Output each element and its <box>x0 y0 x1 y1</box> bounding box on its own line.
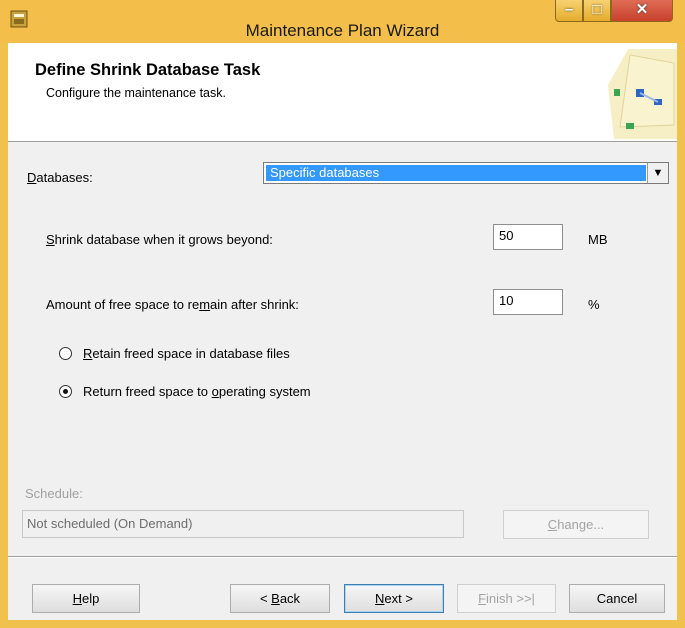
maximize-icon: □ <box>592 1 602 18</box>
free-space-label: Amount of free space to remain after shr… <box>46 297 299 312</box>
return-space-radio[interactable] <box>59 385 72 398</box>
page-title: Define Shrink Database Task <box>35 61 261 79</box>
close-icon: ✕ <box>635 1 649 18</box>
minimize-button[interactable]: – <box>555 0 583 22</box>
schedule-field: Not scheduled (On Demand) <box>22 510 464 538</box>
back-button[interactable]: < Back <box>230 584 330 613</box>
maximize-button[interactable]: □ <box>583 0 611 22</box>
help-button[interactable]: Help <box>32 584 140 613</box>
next-button[interactable]: Next > <box>344 584 444 613</box>
wizard-client-area: Define Shrink Database Task Configure th… <box>8 43 677 620</box>
schedule-label: Schedule: <box>25 486 83 501</box>
change-schedule-button[interactable]: Change... <box>503 510 649 539</box>
minimize-icon: – <box>564 1 574 18</box>
chevron-down-icon[interactable]: ▼ <box>647 163 668 183</box>
databases-label: Databases: <box>27 170 93 185</box>
cancel-button[interactable]: Cancel <box>569 584 665 613</box>
free-space-unit: % <box>588 297 600 312</box>
shrink-threshold-label: Shrink database when it grows beyond: <box>46 232 273 247</box>
shrink-threshold-input[interactable] <box>493 224 563 250</box>
databases-dropdown-value: Specific databases <box>266 165 646 181</box>
wizard-window: Maintenance Plan Wizard – □ ✕ Define Shr… <box>0 0 685 628</box>
retain-space-radio[interactable] <box>59 347 72 360</box>
footer-divider-highlight <box>8 557 677 558</box>
wizard-banner-icon <box>608 49 677 139</box>
close-button[interactable]: ✕ <box>611 0 673 22</box>
databases-dropdown[interactable]: Specific databases ▼ <box>263 162 669 184</box>
retain-space-label[interactable]: Retain freed space in database files <box>83 346 290 361</box>
window-title: Maintenance Plan Wizard <box>245 21 440 40</box>
free-space-input[interactable] <box>493 289 563 315</box>
finish-button[interactable]: Finish >>| <box>457 584 556 613</box>
return-space-label[interactable]: Return freed space to operating system <box>83 384 311 399</box>
wizard-header: Define Shrink Database Task Configure th… <box>8 43 677 142</box>
shrink-threshold-unit: MB <box>588 232 608 247</box>
page-subtitle: Configure the maintenance task. <box>46 86 226 100</box>
title-bar[interactable]: Maintenance Plan Wizard – □ ✕ <box>0 0 685 43</box>
